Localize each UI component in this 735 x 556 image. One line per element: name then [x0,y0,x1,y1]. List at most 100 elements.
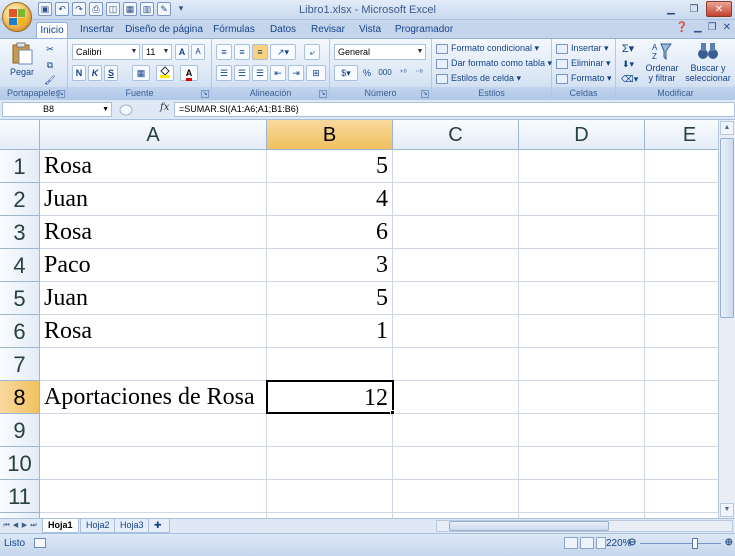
restore-icon[interactable]: ❐ [683,1,705,17]
vertical-scrollbar[interactable]: ▲ ▼ [718,120,735,518]
scroll-up-icon[interactable]: ▲ [720,121,734,135]
underline-button[interactable]: S [104,65,118,81]
cell-b9[interactable] [267,414,393,447]
increase-decimal-icon[interactable]: ⁺⁰ [396,65,410,81]
column-header-d[interactable]: D [519,120,645,150]
cell-d10[interactable] [519,447,645,480]
cell-c9[interactable] [393,414,519,447]
cell-c8[interactable] [393,381,519,414]
cell-d8[interactable] [519,381,645,414]
insert-sheet-icon[interactable]: ✚ [148,519,170,533]
format-painter-button-icon[interactable]: 🖌 [42,72,58,88]
cell-d7[interactable] [519,348,645,381]
row-header[interactable]: 5 [0,282,40,315]
cell-a3[interactable]: Rosa [40,216,267,249]
tab-diseno-pagina[interactable]: Diseño de página [124,22,204,38]
font-launcher-icon[interactable]: ↘ [201,90,209,98]
autosum-icon[interactable]: Σ▾ [620,41,636,57]
shrink-font-icon[interactable]: A [191,44,205,60]
name-box[interactable]: B8 ▼ [2,102,112,117]
wrap-text-icon[interactable]: ⤶ [304,44,320,60]
wb-close-icon[interactable]: ✕ [723,22,731,33]
cut-icon[interactable]: ✂ [42,41,58,57]
row-header[interactable]: 8 [0,381,40,414]
cell-b6[interactable]: 1 [267,315,393,348]
row-header[interactable]: 7 [0,348,40,381]
cell-a11[interactable] [40,480,267,513]
cell-b10[interactable] [267,447,393,480]
orientation-icon[interactable]: ↗▾ [270,44,296,60]
cell-a1[interactable]: Rosa [40,150,267,183]
row-header[interactable]: 1 [0,150,40,183]
format-cells-button[interactable]: Formato ▾ [556,71,612,85]
last-sheet-icon[interactable]: ⏭ [29,520,38,532]
number-format-select[interactable]: General ▼ [334,44,426,60]
sheet-tab-hoja3[interactable]: Hoja3 [114,519,150,533]
cell-b2[interactable]: 4 [267,183,393,216]
align-bottom-icon[interactable]: ≡ [252,44,268,60]
tab-programador[interactable]: Programador [392,22,456,38]
row-header[interactable]: 10 [0,447,40,480]
column-header-c[interactable]: C [393,120,519,150]
cell-b11[interactable] [267,480,393,513]
copy-icon[interactable]: ⧉ [42,57,58,73]
cell-a10[interactable] [40,447,267,480]
column-header-b[interactable]: B [267,120,393,150]
wb-restore-icon[interactable]: ❐ [708,22,717,33]
zoom-in-icon[interactable]: ⊕ [725,537,733,548]
cell-a6[interactable]: Rosa [40,315,267,348]
increase-indent-icon[interactable]: ⇥ [288,65,304,81]
cell-d11[interactable] [519,480,645,513]
currency-icon[interactable]: $▾ [334,65,358,81]
find-select-button[interactable]: Buscar y seleccionar [684,41,732,83]
cell-b7[interactable] [267,348,393,381]
bold-button[interactable]: N [72,65,86,81]
zoom-out-icon[interactable]: ⊖ [628,537,636,548]
macro-record-icon[interactable] [34,538,46,548]
cell-c4[interactable] [393,249,519,282]
cell-c6[interactable] [393,315,519,348]
merge-center-icon[interactable]: ⊞ [306,65,326,81]
cell-c5[interactable] [393,282,519,315]
tab-vista[interactable]: Vista [354,22,386,38]
row-header[interactable]: 6 [0,315,40,348]
fill-down-icon[interactable]: ⬇▾ [620,56,636,72]
cell-c10[interactable] [393,447,519,480]
normal-view-icon[interactable] [564,537,578,549]
conditional-format-button[interactable]: Formato condicional ▾ [436,41,539,55]
row-header[interactable]: 3 [0,216,40,249]
align-left-icon[interactable]: ☰ [216,65,232,81]
column-header-a[interactable]: A [40,120,267,150]
clipboard-launcher-icon[interactable]: ↘ [57,90,65,98]
cell-a2[interactable]: Juan [40,183,267,216]
horizontal-scroll-thumb[interactable] [449,521,609,531]
select-all-corner[interactable] [0,120,40,150]
fill-color-icon[interactable] [156,65,174,81]
cell-d6[interactable] [519,315,645,348]
cell-a7[interactable] [40,348,267,381]
tab-inicio[interactable]: Inicio [36,22,68,38]
help-icon[interactable]: ❓ [675,22,687,33]
cell-d1[interactable] [519,150,645,183]
font-name-select[interactable]: Calibri ▼ [72,44,140,60]
office-button[interactable] [2,2,32,32]
scroll-down-icon[interactable]: ▼ [720,503,734,517]
format-as-table-button[interactable]: Dar formato como tabla ▾ [436,56,552,70]
delete-cells-button[interactable]: Eliminar ▾ [556,56,611,70]
percent-button[interactable]: % [360,65,374,81]
cell-a4[interactable]: Paco [40,249,267,282]
alignment-launcher-icon[interactable]: ↘ [319,90,327,98]
horizontal-scrollbar[interactable] [436,520,733,532]
row-header[interactable]: 4 [0,249,40,282]
prev-sheet-icon[interactable]: ◀ [11,520,20,532]
cell-b4[interactable]: 3 [267,249,393,282]
cell-d9[interactable] [519,414,645,447]
tab-datos[interactable]: Datos [264,22,302,38]
sort-filter-button[interactable]: A Z Ordenar y filtrar [642,41,682,83]
align-right-icon[interactable]: ☰ [252,65,268,81]
decrease-indent-icon[interactable]: ⇤ [270,65,286,81]
decrease-decimal-icon[interactable]: ⁻⁰ [412,65,426,81]
formula-input[interactable]: =SUMAR.SI(A1:A6;A1;B1:B6) [174,102,735,117]
cell-b1[interactable]: 5 [267,150,393,183]
sheet-tab-hoja1[interactable]: Hoja1 [42,519,79,533]
